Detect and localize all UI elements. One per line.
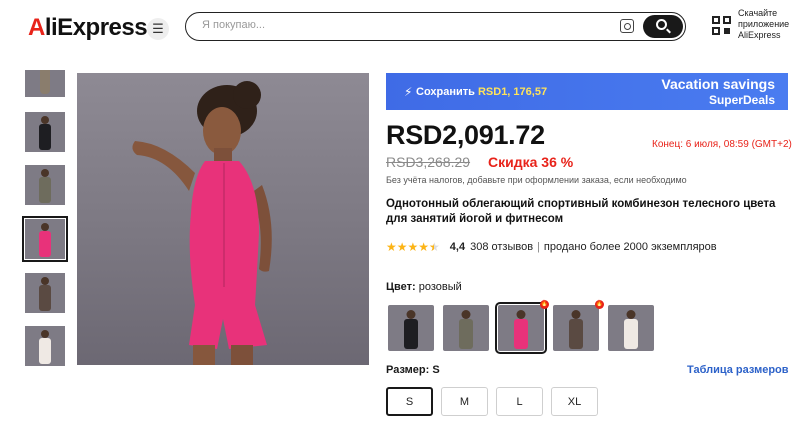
promo-subtitle: SuperDeals [708, 93, 775, 107]
savings-text: Сохранить RSD1, 176,57 [416, 86, 547, 98]
save-amount: RSD1, 176,57 [477, 86, 548, 98]
color-swatch-olive[interactable] [443, 305, 489, 351]
reviews-link[interactable]: 308 отзывов [470, 241, 533, 253]
size-label-text: Размер: [386, 364, 430, 376]
color-swatch-black[interactable] [388, 305, 434, 351]
product-main-image[interactable] [77, 73, 369, 365]
size-option-xl[interactable]: XL [551, 387, 598, 416]
star-rating-icon: ★★★★★★ [386, 240, 440, 254]
bolt-icon: ⚡ [404, 85, 413, 99]
superdeals-banner[interactable]: ⚡ Сохранить RSD1, 176,57 Vacation saving… [386, 73, 788, 110]
original-price: RSD3,268.29 [386, 154, 471, 170]
promo-title: Vacation savings [661, 76, 775, 92]
size-option-m[interactable]: M [441, 387, 488, 416]
discount-badge: Скидка 36 % [488, 154, 574, 170]
image-search-icon[interactable] [620, 19, 634, 33]
thumbnail[interactable] [25, 165, 65, 205]
color-label: Цвет: розовый [386, 281, 462, 293]
current-price: RSD2,091.72 [386, 120, 545, 150]
tax-note: Без учёта налогов, добавьте при оформлен… [386, 175, 687, 185]
separator: | [537, 241, 540, 253]
size-option-l[interactable]: L [496, 387, 543, 416]
product-title: Однотонный облегающий спортивный комбине… [386, 198, 776, 225]
qr-code-icon[interactable] [712, 16, 732, 36]
save-label: Сохранить [416, 86, 475, 98]
thumbnail[interactable] [25, 112, 65, 152]
thumbnail-selected[interactable] [22, 216, 68, 262]
selected-color: розовый [418, 281, 462, 293]
color-swatch-brown[interactable]: 🔥 [553, 300, 604, 351]
search-bar [185, 12, 686, 41]
selected-size: S [432, 364, 440, 376]
thumbnail[interactable] [25, 273, 65, 313]
color-label-text: Цвет: [386, 281, 416, 293]
search-icon [656, 19, 667, 30]
thumbnail[interactable] [25, 70, 65, 97]
size-label: Размер: S [386, 364, 440, 376]
size-option-s[interactable]: S [386, 387, 433, 416]
app-promo-line: AliExpress [738, 30, 781, 40]
search-input[interactable] [202, 19, 582, 31]
rating-row: ★★★★★★ 4,4 308 отзывов | продано более 2… [386, 240, 717, 254]
hot-badge-icon: 🔥 [595, 300, 604, 309]
app-promo-line: Скачайте [738, 8, 778, 18]
logo-text: liExpress [44, 14, 148, 41]
rating-value: 4,4 [449, 241, 466, 253]
search-button[interactable] [643, 15, 683, 38]
header: AliExpress ☰ Скачайте приложение AliExpr… [0, 0, 800, 56]
product-photo [132, 81, 272, 365]
thumbnail[interactable] [25, 326, 65, 366]
size-chart-link[interactable]: Таблица размеров [687, 364, 789, 376]
color-swatch-white[interactable] [608, 305, 654, 351]
sold-count: продано более 2000 экземпляров [543, 241, 717, 253]
hot-badge-icon: 🔥 [540, 300, 549, 309]
app-download-link[interactable]: Скачайте приложение AliExpress [738, 8, 789, 41]
deal-end-time: Конец: 6 июля, 08:59 (GMT+2) [652, 139, 792, 150]
color-swatch-pink[interactable]: 🔥 [495, 300, 549, 354]
aliexpress-logo[interactable]: AliExpress [28, 14, 148, 42]
menu-icon[interactable]: ☰ [147, 18, 169, 40]
app-promo-line: приложение [738, 19, 790, 29]
